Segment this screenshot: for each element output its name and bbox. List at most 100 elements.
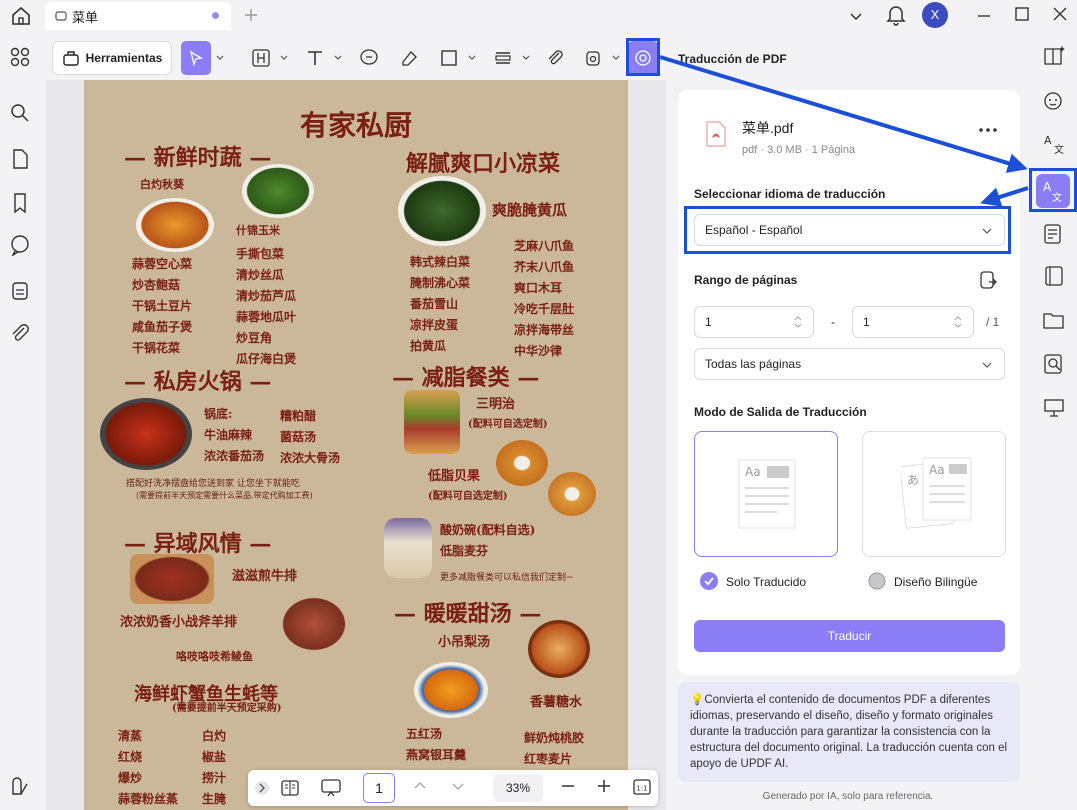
page-range-label: Rango de páginas [694, 273, 798, 287]
page-number-input[interactable]: 1 [363, 773, 395, 803]
svg-text:1:1: 1:1 [636, 785, 647, 793]
home-icon[interactable] [10, 5, 32, 27]
chevron-up-icon[interactable] [412, 778, 428, 794]
two-page-icon[interactable] [280, 778, 300, 798]
search-icon[interactable] [9, 102, 31, 124]
textbox-tool-button[interactable] [246, 41, 276, 75]
book-icon[interactable] [1042, 264, 1066, 288]
chevron-down-icon[interactable] [334, 54, 342, 62]
translate-button[interactable]: Traducir [694, 620, 1005, 652]
more-options-icon[interactable] [978, 126, 998, 134]
mode-translated-card[interactable]: Aa [694, 431, 838, 557]
book-ai-icon[interactable] [1042, 44, 1066, 68]
dish: 小吊梨汤 [438, 635, 491, 650]
bookmark-icon[interactable] [9, 192, 31, 214]
dish-list: 芝麻八爪鱼 芥末八爪鱼 爽口木耳 冷吃千层肚 凉拌海带丝 中华沙律 [514, 239, 575, 358]
stepper-arrows-icon[interactable] [953, 314, 963, 330]
highlight-tool-button[interactable] [394, 41, 424, 75]
search-doc-icon[interactable] [1042, 352, 1066, 376]
dish-photo [136, 198, 214, 252]
new-tab-icon[interactable] [242, 6, 260, 24]
fit-page-icon[interactable]: 1:1 [632, 778, 652, 796]
mode-translated-label[interactable]: Solo Traducido [726, 575, 806, 589]
document-tab[interactable]: 菜单 [45, 2, 231, 30]
page-icon[interactable] [9, 148, 31, 170]
lightbulb-icon: 💡 [690, 694, 705, 706]
tools-button[interactable]: Herramientas [52, 41, 172, 75]
chevron-down-icon[interactable] [848, 8, 864, 24]
cursor-icon [189, 50, 203, 66]
attach-tool-button[interactable] [542, 41, 568, 75]
comment-icon[interactable] [9, 234, 31, 256]
attachment-icon[interactable] [9, 322, 31, 344]
chevron-down-icon[interactable] [522, 54, 530, 62]
shape-tool-button[interactable] [434, 41, 464, 75]
translate-text-icon[interactable]: A文 [1042, 132, 1066, 156]
document-page: 有家私厨 — 新鲜时蔬 — 白灼秋葵 什锦玉米 蒜蓉空心菜 炒杏鲍菇 干锅土豆片 咸鱼… [84, 80, 628, 810]
svg-text:Aa: Aa [929, 463, 945, 477]
unsaved-dot [212, 12, 219, 19]
dish: 白灼秋葵 [140, 178, 184, 191]
translation-card: 菜单.pdf pdf · 3.0 MB · 1 Página Seleccion… [678, 90, 1020, 675]
chevron-down-icon[interactable] [612, 54, 620, 62]
mode-bilingual-label[interactable]: Diseño Bilingüe [894, 575, 977, 589]
range-total: / 1 [986, 315, 1000, 329]
paperclip-icon [548, 50, 563, 65]
svg-text:あ: あ [907, 473, 919, 487]
page-range-swap-icon[interactable] [978, 270, 998, 290]
summary-icon[interactable] [1042, 222, 1066, 246]
chevron-down-icon[interactable] [216, 54, 224, 62]
close-icon[interactable] [1052, 6, 1068, 22]
chevron-down-icon[interactable] [450, 778, 466, 794]
section-title: — 减脂餐类 — [392, 365, 540, 391]
dish-photo [130, 554, 214, 604]
document-canvas[interactable]: 有家私厨 — 新鲜时蔬 — 白灼秋葵 什锦玉米 蒜蓉空心菜 炒杏鲍菇 干锅土豆片 咸鱼… [46, 80, 666, 810]
chat-bot-icon[interactable] [1042, 88, 1066, 112]
left-rail [0, 34, 42, 810]
range-to-stepper[interactable]: 1 [852, 306, 974, 338]
layers-icon[interactable] [9, 776, 31, 798]
pdf-file-icon [704, 120, 728, 148]
dish-photo [404, 390, 460, 454]
note: 搭配好洗净摆盘给您送到家 让您坐下就能吃 [126, 479, 300, 489]
bell-icon[interactable] [886, 4, 906, 26]
zoom-out-icon[interactable] [560, 778, 576, 794]
range-from-stepper[interactable]: 1 [694, 306, 814, 338]
chevron-down-icon[interactable] [468, 54, 476, 62]
toolbox-icon [62, 49, 80, 67]
radio-unchecked-icon[interactable] [868, 572, 886, 590]
select-tool-button[interactable] [181, 41, 211, 75]
radio-checked-icon[interactable] [700, 572, 718, 590]
dish: 咯吱咯吱希鲮鱼 [176, 650, 253, 663]
stepper-arrows-icon[interactable] [793, 314, 803, 330]
range-to-value: 1 [863, 315, 870, 329]
text-tool-button[interactable] [300, 41, 330, 75]
dish-photo [242, 164, 314, 218]
translation-panel: Traducción de PDF 菜单.pdf pdf · 3.0 MB · … [666, 34, 1030, 810]
presentation-board-icon[interactable] [1042, 396, 1066, 420]
comment-tool-button[interactable] [354, 41, 384, 75]
avatar[interactable]: X [922, 2, 948, 28]
dish: 浓浓奶香小战斧羊排 [120, 615, 238, 630]
zoom-in-icon[interactable] [596, 778, 612, 794]
tab-title: 菜单 [72, 9, 99, 25]
dish-list: 手撕包菜 清炒丝瓜 清炒茄芦瓜 蒜蓉地瓜叶 炒豆角 瓜仔海白煲 [236, 247, 297, 366]
svg-text:文: 文 [1054, 143, 1064, 156]
translated-doc-icon: Aa [738, 459, 796, 529]
folder-ai-icon[interactable] [1042, 308, 1066, 332]
chevron-down-icon[interactable] [280, 54, 288, 62]
zoom-level[interactable]: 33% [493, 774, 543, 802]
thumbnails-icon[interactable] [9, 46, 31, 68]
measure-tool-button[interactable] [488, 41, 518, 75]
svg-text:Aa: Aa [745, 465, 761, 479]
collapse-arrow-icon[interactable] [254, 780, 270, 796]
maximize-icon[interactable] [1014, 6, 1030, 22]
minimize-icon[interactable] [976, 8, 992, 24]
range-select[interactable]: Todas las páginas [694, 348, 1005, 380]
dish: (配料可自选定制) [428, 491, 508, 502]
stamp-tool-button[interactable] [578, 41, 608, 75]
mode-bilingual-card[interactable]: あ Aa [862, 431, 1006, 557]
stack-icon[interactable] [9, 280, 31, 302]
range-dash: - [831, 315, 835, 329]
presentation-icon[interactable] [320, 778, 342, 798]
